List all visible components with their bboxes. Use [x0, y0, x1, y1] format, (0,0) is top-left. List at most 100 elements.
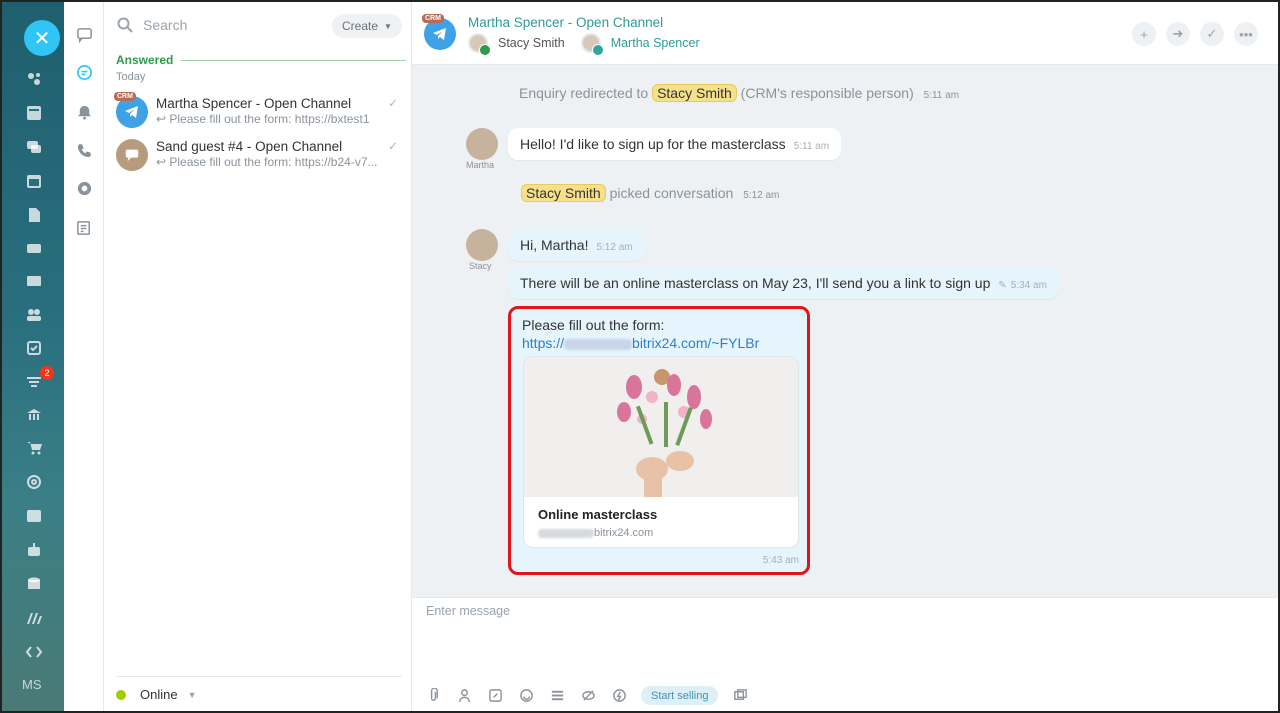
header-actions: + ➜ ✓ •••	[1132, 22, 1258, 46]
participant-name[interactable]: Stacy Smith	[498, 36, 565, 50]
left-rail: ✕ 2 MS	[2, 2, 64, 711]
client-message: Hello! I'd like to sign up for the maste…	[508, 128, 842, 160]
group-icon[interactable]	[24, 304, 44, 324]
status-label: Online	[140, 687, 178, 702]
bell-icon[interactable]	[74, 102, 94, 122]
activity-icon[interactable]	[24, 69, 44, 89]
chats-icon[interactable]	[74, 24, 94, 44]
chat-item-name: Martha Spencer - Open Channel	[156, 96, 352, 111]
form-message-highlighted: Please fill out the form: https://bitrix…	[508, 306, 810, 575]
recent-chats-panel: Search Create ▼ Answered Today CRM Martha…	[104, 2, 412, 711]
database-icon[interactable]	[24, 574, 44, 594]
feed-icon[interactable]	[24, 103, 44, 123]
open-channels-icon[interactable]	[74, 62, 94, 82]
more-icon[interactable]: •••	[1234, 22, 1258, 46]
operator-mention[interactable]: Stacy Smith	[521, 184, 606, 202]
status-dot-icon	[116, 689, 126, 700]
composer-toolbar: Start selling	[424, 686, 749, 705]
attach-icon[interactable]	[424, 687, 442, 705]
avatar[interactable]	[468, 33, 491, 56]
contact-card-icon[interactable]	[24, 506, 44, 526]
read-check-icon: ✓	[387, 96, 398, 110]
messenger-nav	[64, 2, 104, 711]
create-button[interactable]: Create ▼	[332, 14, 402, 38]
avatar[interactable]	[580, 33, 604, 56]
robot-icon[interactable]	[24, 540, 44, 560]
search-input[interactable]: Search	[143, 17, 187, 33]
chat-panel: CRM Martha Spencer - Open Channel Stacy …	[412, 2, 1278, 711]
quick-answers-icon[interactable]	[548, 687, 566, 705]
operator-mention[interactable]: Stacy Smith	[652, 84, 737, 102]
forward-icon[interactable]: ➜	[1166, 22, 1190, 46]
avatar-name: Martha	[466, 160, 495, 170]
reply-icon: ↩	[156, 112, 170, 126]
chat-item-sand-guest[interactable]: Sand guest #4 - Open Channel ↩ Please fi…	[104, 135, 412, 179]
user-icon[interactable]	[455, 687, 473, 705]
chat-item-preview: ↩ Please fill out the form: https://bxte…	[156, 112, 370, 126]
target-icon[interactable]	[24, 472, 44, 492]
notification-badge: 2	[40, 366, 54, 380]
message-list: Enquiry redirected to Stacy Smith (CRM's…	[412, 65, 1278, 597]
flower-bouquet-image	[524, 357, 798, 497]
chat-bubble-icon	[116, 139, 148, 171]
search-icon	[117, 17, 133, 33]
reply-icon: ↩	[156, 155, 170, 169]
hide-eye-icon[interactable]	[579, 687, 597, 705]
read-check-icon: ✓	[387, 139, 398, 153]
tasks-icon[interactable]	[24, 338, 44, 358]
user-initials[interactable]: MS	[22, 677, 42, 692]
add-user-icon[interactable]: +	[1132, 22, 1156, 46]
online-status[interactable]: Online ▼	[116, 676, 402, 702]
chat-header: CRM Martha Spencer - Open Channel Stacy …	[412, 2, 1278, 65]
avatar[interactable]	[466, 128, 498, 160]
chat-icon[interactable]	[24, 137, 44, 157]
close-icon[interactable]: ✕	[24, 20, 60, 56]
avatar[interactable]	[466, 229, 498, 261]
system-message: Stacy Smith picked conversation 5:12 am	[521, 184, 779, 202]
drive-icon[interactable]	[24, 238, 44, 258]
system-message: Enquiry redirected to Stacy Smith (CRM's…	[519, 84, 960, 102]
finish-check-icon[interactable]: ✓	[1200, 22, 1224, 46]
date-label: Today	[116, 71, 146, 83]
search-box[interactable]: Search	[116, 16, 187, 34]
participant-name[interactable]: Martha Spencer	[611, 36, 700, 50]
chevron-down-icon: ▼	[187, 689, 197, 700]
avatar-name: Stacy	[469, 261, 492, 271]
settings-gear-icon[interactable]	[74, 178, 94, 198]
section-header: Answered	[116, 53, 406, 67]
form-icon[interactable]	[486, 687, 504, 705]
document-icon[interactable]	[24, 205, 44, 225]
edited-pencil-icon: ✎	[998, 280, 1007, 291]
card-domain: bitrix24.com	[538, 527, 653, 539]
create-label: Create	[342, 19, 379, 33]
start-selling-button[interactable]: Start selling	[641, 686, 719, 705]
lightning-icon[interactable]	[610, 687, 628, 705]
smile-icon[interactable]	[517, 687, 535, 705]
chat-item-martha[interactable]: CRM Martha Spencer - Open Channel ↩ Plea…	[104, 92, 412, 136]
market-icon[interactable]	[24, 608, 44, 628]
form-link[interactable]: https://bitrix24.com/~FYLBr	[522, 335, 759, 351]
messenger-window: ✕ 2 MS Search Create ▼ Answered Today CR…	[0, 0, 1280, 713]
message-time: 5:43 am	[762, 555, 799, 566]
form-message-text: Please fill out the form:	[522, 317, 665, 333]
crm-badge: CRM	[422, 14, 444, 23]
link-preview-card[interactable]: Online masterclass bitrix24.com	[523, 356, 799, 548]
calendar-icon[interactable]	[24, 171, 44, 191]
mail-icon[interactable]	[24, 271, 44, 291]
chevron-down-icon: ▼	[384, 21, 392, 31]
code-icon[interactable]	[24, 642, 44, 662]
section-label: Answered	[116, 53, 174, 67]
list-export-icon[interactable]	[74, 218, 94, 238]
operator-message: There will be an online masterclass on M…	[508, 267, 1059, 299]
operator-message: Hi, Martha! 5:12 am	[508, 229, 645, 261]
chat-item-preview: ↩ Please fill out the form: https://b24-…	[156, 155, 378, 169]
cart-icon[interactable]	[24, 438, 44, 458]
card-title: Online masterclass	[538, 507, 658, 522]
copy-icon[interactable]	[731, 687, 749, 705]
phone-icon[interactable]	[74, 140, 94, 160]
bank-icon[interactable]	[24, 405, 44, 425]
message-composer[interactable]: Enter message Start selling	[412, 597, 1278, 711]
message-input[interactable]: Enter message	[426, 604, 510, 618]
participants: Stacy Smith Martha Spencer	[468, 33, 700, 56]
chat-title[interactable]: Martha Spencer - Open Channel	[468, 15, 663, 30]
